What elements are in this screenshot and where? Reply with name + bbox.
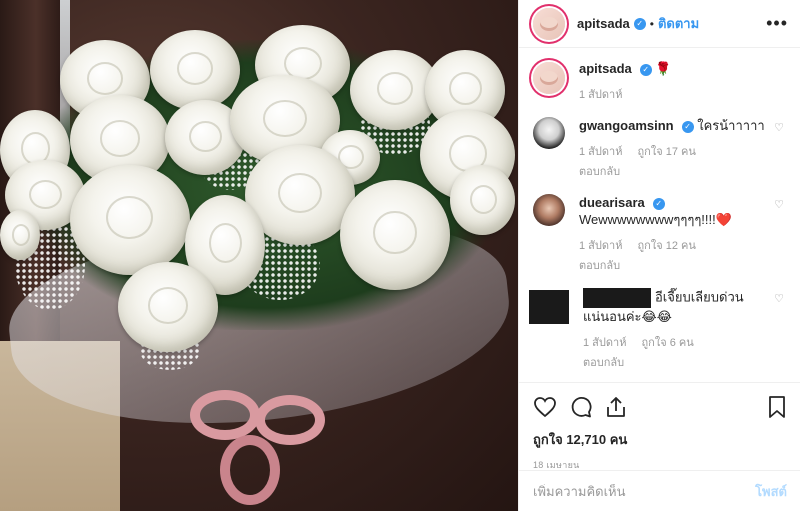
action-icons (533, 393, 787, 421)
comment-body: duearisara ✓ Wewwwwwwwwๆๆๆๆ!!!!❤️ 1 สัปดา… (579, 194, 786, 274)
caption-avatar[interactable] (533, 62, 565, 94)
rose (340, 180, 450, 290)
caption-body: apitsada ✓ 🌹 1 สัปดาห์ (579, 60, 786, 103)
comment-icon[interactable] (569, 395, 593, 419)
post-sidebar: apitsada ✓ • ติดตาม ••• apitsada ✓ 🌹 1 สั… (518, 0, 800, 511)
post-photo[interactable] (0, 0, 518, 511)
verified-icon: ✓ (633, 17, 646, 30)
post-button[interactable]: โพสต์ (755, 481, 787, 502)
post-actions: ถูกใจ 12,710 คน 18 เมษายน (519, 382, 800, 472)
comment-like-icon[interactable]: ♡ (774, 121, 784, 134)
reply-button[interactable]: ตอบกลับ (579, 256, 786, 274)
comment-item: อีเจี๊ยบเลียบด่วนแน่นอนค่ะ😂😂 1 สัปดาห์ ถ… (529, 288, 786, 371)
reply-button[interactable]: ตอบกลับ (579, 162, 786, 180)
rose (150, 30, 240, 110)
header-username[interactable]: apitsada (577, 16, 630, 31)
heart-icon[interactable] (533, 396, 557, 418)
bookmark-icon[interactable] (767, 395, 787, 419)
comment-time[interactable]: 1 สัปดาห์ (579, 146, 622, 158)
comment-text: ใครน้าาาาา (697, 118, 765, 133)
comment-time[interactable]: 1 สัปดาห์ (583, 337, 626, 349)
comment-text: Wewwwwwwwwๆๆๆๆ!!!!❤️ (579, 212, 732, 227)
caption: apitsada ✓ 🌹 1 สัปดาห์ (533, 60, 786, 103)
comment-username[interactable]: gwangoamsinn (579, 118, 674, 133)
comment-likes[interactable]: ถูกใจ 12 คน (638, 240, 696, 252)
redacted-username (583, 288, 651, 308)
comment-body: gwangoamsinn ✓ ใครน้าาาาา 1 สัปดาห์ ถูกใจ… (579, 117, 786, 180)
comment-input[interactable] (533, 483, 756, 499)
share-icon[interactable] (605, 395, 627, 419)
follow-button[interactable]: ติดตาม (658, 13, 699, 34)
comment-likes[interactable]: ถูกใจ 6 คน (642, 337, 694, 349)
rose (118, 262, 218, 352)
comment-avatar[interactable] (533, 117, 565, 149)
comment-avatar[interactable] (533, 194, 565, 226)
rose (70, 165, 190, 275)
comment-item: duearisara ✓ Wewwwwwwwwๆๆๆๆ!!!!❤️ 1 สัปดา… (533, 194, 786, 274)
comment-line: อีเจี๊ยบเลียบด่วนแน่นอนค่ะ😂😂 (583, 288, 786, 325)
rose (450, 165, 515, 235)
caption-line: apitsada ✓ 🌹 (579, 60, 786, 77)
post-header: apitsada ✓ • ติดตาม ••• (519, 0, 800, 48)
likes-count[interactable]: ถูกใจ 12,710 คน (533, 429, 787, 450)
ribbon-loop (190, 390, 260, 440)
comments-list: apitsada ✓ 🌹 1 สัปดาห์ gwangoamsinn ✓ ใครน… (519, 48, 800, 381)
instagram-post: apitsada ✓ • ติดตาม ••• apitsada ✓ 🌹 1 สั… (0, 0, 800, 511)
add-comment-bar: โพสต์ (519, 470, 800, 511)
ribbon (180, 380, 340, 511)
caption-username[interactable]: apitsada (579, 61, 632, 76)
more-options-icon[interactable]: ••• (766, 13, 788, 34)
avatar[interactable] (533, 7, 565, 40)
verified-icon: ✓ (681, 121, 694, 133)
comment-likes[interactable]: ถูกใจ 17 คน (638, 146, 696, 158)
caption-time: 1 สัปดาห์ (579, 85, 786, 103)
comment-meta: 1 สัปดาห์ ถูกใจ 17 คน (579, 142, 786, 160)
comment-line: gwangoamsinn ✓ ใครน้าาาาา (579, 117, 786, 134)
comment-item: gwangoamsinn ✓ ใครน้าาาาา 1 สัปดาห์ ถูกใจ… (533, 117, 786, 180)
redacted-avatar (529, 290, 569, 324)
caption-timestamp[interactable]: 1 สัปดาห์ (579, 89, 622, 101)
verified-icon: ✓ (639, 64, 652, 76)
caption-text: 🌹 (655, 61, 672, 76)
rose (0, 210, 40, 260)
comment-body: อีเจี๊ยบเลียบด่วนแน่นอนค่ะ😂😂 1 สัปดาห์ ถ… (583, 288, 786, 371)
comment-like-icon[interactable]: ♡ (774, 292, 784, 305)
avatar-face (540, 71, 558, 85)
reply-button[interactable]: ตอบกลับ (583, 353, 786, 371)
comment-like-icon[interactable]: ♡ (774, 198, 784, 211)
verified-icon: ✓ (652, 198, 665, 210)
comment-meta: 1 สัปดาห์ ถูกใจ 6 คน (583, 333, 786, 351)
comment-username[interactable]: duearisara (579, 195, 645, 210)
ribbon-loop (220, 435, 280, 505)
ribbon-loop (255, 395, 325, 445)
comment-time[interactable]: 1 สัปดาห์ (579, 240, 622, 252)
separator-dot: • (649, 16, 654, 31)
avatar-face (540, 16, 558, 31)
comment-meta: 1 สัปดาห์ ถูกใจ 12 คน (579, 236, 786, 254)
comment-line: duearisara ✓ Wewwwwwwwwๆๆๆๆ!!!!❤️ (579, 194, 786, 228)
